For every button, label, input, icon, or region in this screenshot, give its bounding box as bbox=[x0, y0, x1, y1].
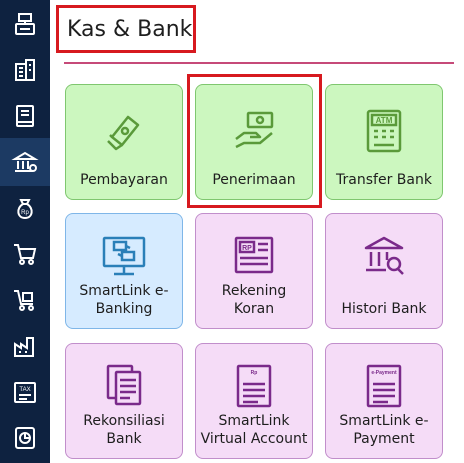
svg-text:Rp: Rp bbox=[21, 210, 29, 216]
money-hand-icon bbox=[107, 115, 140, 151]
sidebar-item-sales[interactable] bbox=[0, 230, 50, 278]
page-title: Kas & Bank bbox=[67, 16, 193, 42]
tile-transfer-bank[interactable]: ATM Transfer Bank bbox=[325, 84, 443, 200]
tile-penerimaan[interactable]: Penerimaan bbox=[195, 84, 313, 200]
report-chart-icon bbox=[15, 427, 35, 449]
svg-text:Rp: Rp bbox=[251, 370, 258, 376]
tile-histori-bank[interactable]: Histori Bank bbox=[325, 213, 443, 329]
sidebar-item-receivable[interactable]: Rp bbox=[0, 184, 50, 232]
tile-smartlink-virtual-account[interactable]: Rp SmartLink Virtual Account bbox=[195, 343, 313, 459]
svg-text:RP: RP bbox=[242, 245, 252, 252]
cart-icon bbox=[14, 244, 37, 265]
sidebar-item-inventory[interactable] bbox=[0, 322, 50, 370]
tile-label: Rekonsiliasi Bank bbox=[83, 413, 165, 447]
tile-label: SmartLink e-Payment bbox=[339, 413, 429, 447]
sidebar-item-cash-bank[interactable] bbox=[0, 138, 50, 186]
svg-text:ATM: ATM bbox=[376, 116, 393, 125]
tile-rekening-koran[interactable]: RP Rekening Koran bbox=[195, 213, 313, 329]
page-title-box: Kas & Bank bbox=[56, 5, 196, 53]
tax-icon: TAX bbox=[14, 382, 36, 403]
factory-icon bbox=[14, 337, 34, 357]
building-icon bbox=[15, 59, 35, 81]
reconcile-document-icon bbox=[106, 364, 142, 406]
e-payment-icon: e-Payment bbox=[366, 364, 402, 408]
bank-statement-icon: RP bbox=[234, 236, 274, 274]
book-icon bbox=[16, 105, 34, 127]
bank-history-icon bbox=[364, 236, 404, 275]
receive-money-icon bbox=[235, 111, 274, 149]
atm-icon: ATM bbox=[366, 109, 402, 153]
sidebar-item-tax[interactable]: TAX bbox=[0, 368, 50, 416]
tile-label: SmartLink e-Banking bbox=[79, 283, 169, 317]
sidebar-item-reports[interactable] bbox=[0, 414, 50, 462]
cart-box-icon bbox=[14, 290, 34, 311]
sidebar-item-purchase[interactable] bbox=[0, 276, 50, 324]
tile-label: Histori Bank bbox=[341, 301, 427, 317]
tile-label: Penerimaan bbox=[212, 172, 296, 188]
money-bag-icon: Rp bbox=[17, 199, 33, 220]
tile-smartlink-e-payment[interactable]: e-Payment SmartLink e-Payment bbox=[325, 343, 443, 459]
tile-pembayaran[interactable]: Pembayaran bbox=[65, 84, 183, 200]
virtual-account-icon: Rp bbox=[236, 364, 272, 408]
tile-label: Transfer Bank bbox=[336, 172, 432, 188]
svg-text:e-Payment: e-Payment bbox=[371, 370, 397, 376]
tile-rekonsiliasi-bank[interactable]: Rekonsiliasi Bank bbox=[65, 343, 183, 459]
sidebar-item-cashier[interactable] bbox=[0, 0, 50, 48]
svg-text:TAX: TAX bbox=[19, 387, 30, 393]
sidebar: Rp TAX bbox=[0, 0, 50, 463]
tile-label: SmartLink Virtual Account bbox=[200, 413, 308, 447]
bank-icon bbox=[11, 151, 39, 172]
sidebar-item-ledger[interactable] bbox=[0, 92, 50, 140]
tile-label: Rekening Koran bbox=[221, 283, 287, 317]
cash-register-icon bbox=[15, 13, 35, 35]
tile-label: Pembayaran bbox=[80, 172, 168, 188]
sidebar-item-company[interactable] bbox=[0, 46, 50, 94]
e-banking-monitor-icon bbox=[102, 236, 146, 276]
title-divider bbox=[64, 62, 454, 64]
tile-smartlink-e-banking[interactable]: SmartLink e-Banking bbox=[65, 213, 183, 329]
